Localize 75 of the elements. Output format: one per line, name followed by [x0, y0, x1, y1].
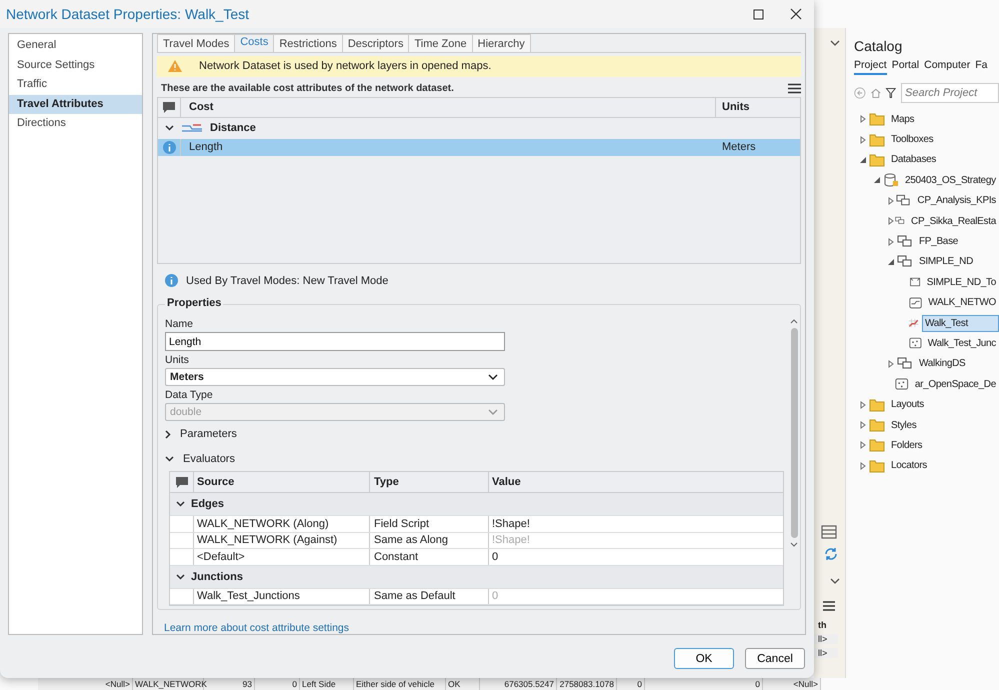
column-header[interactable]: Cost: [181, 101, 715, 114]
tab[interactable]: Descriptors: [342, 34, 410, 52]
table-cell-text: Walk_Test_Junctions: [196, 589, 301, 604]
tree-item[interactable]: Walk_Test_Junc: [924, 334, 999, 352]
pane-title: Catalog: [854, 38, 904, 54]
tab[interactable]: Restrictions: [273, 34, 343, 52]
help-link[interactable]: Learn more about cost attribute settings: [164, 622, 350, 634]
table-cell: Field Script: [369, 516, 488, 532]
table-cell: 0: [488, 588, 783, 604]
table-cell: ll>: [814, 648, 838, 658]
description-text: These are the available cost attributes of the network dataset.: [161, 82, 454, 94]
sidebar-item[interactable]: Source Settings: [9, 56, 142, 76]
field-label: Name: [165, 318, 194, 330]
column-header[interactable]: Source: [194, 476, 369, 488]
section-label[interactable]: Evaluators: [183, 452, 235, 465]
name-field[interactable]: Length: [165, 332, 505, 351]
tree-item[interactable]: Toolboxes: [888, 131, 936, 148]
column-header[interactable]: Type: [369, 472, 488, 492]
column-header[interactable]: Value: [488, 472, 783, 492]
catalog-tab[interactable]: Project: [854, 59, 887, 75]
units-dropdown[interactable]: Meters: [165, 368, 505, 386]
sidebar-item[interactable]: Traffic: [9, 75, 142, 95]
table-cell: Constant: [369, 549, 488, 565]
group-label: Junctions: [191, 570, 243, 583]
tree-item[interactable]: Layouts: [888, 396, 927, 414]
catalog-tab[interactable]: Fa: [975, 59, 988, 75]
section-label[interactable]: Parameters: [180, 428, 237, 440]
table-row[interactable]: Length Meters: [158, 138, 800, 156]
catalog-tab[interactable]: Computer: [924, 59, 970, 75]
table-cell: ll>: [814, 634, 838, 644]
tree-item[interactable]: CP_Analysis_KPIs: [914, 192, 999, 210]
table-cell: !Shape!: [488, 532, 783, 548]
tree-item[interactable]: Locators: [888, 457, 930, 474]
tree-item[interactable]: Databases: [888, 151, 940, 168]
table-cell-text: Length: [188, 141, 224, 154]
tree-item[interactable]: CP_Sikka_RealEsta: [908, 212, 999, 230]
group-label: Distance: [210, 122, 256, 134]
field-label: Units: [165, 354, 190, 366]
group-label: Edges: [191, 498, 224, 510]
table-cell: Same as Along: [369, 532, 488, 548]
catalog-tab[interactable]: Portal: [892, 59, 920, 75]
tree-item[interactable]: Walk_Test: [922, 314, 999, 332]
tree-item[interactable]: SIMPLE_ND_To: [924, 274, 999, 291]
tree-item[interactable]: Styles: [888, 416, 920, 434]
window-title: Network Dataset Properties: Walk_Test: [6, 6, 250, 22]
field-label: Data Type: [165, 388, 214, 401]
table-cell: Same as Default: [369, 588, 488, 604]
tree-item[interactable]: 250403_OS_Strategy: [902, 172, 999, 189]
tree-item[interactable]: ar_OpenSpace_De: [912, 376, 999, 393]
sidebar-item[interactable]: Directions: [9, 114, 142, 134]
search-field[interactable]: Search Project: [901, 83, 999, 103]
table-cell-text: Meters: [721, 140, 757, 156]
column-header[interactable]: Units: [715, 98, 800, 117]
tab[interactable]: Hierarchy: [472, 34, 531, 52]
tab[interactable]: Time Zone: [408, 34, 473, 52]
ok-button[interactable]: OK: [674, 648, 734, 669]
info-text: Used By Travel Modes: New Travel Mode: [186, 274, 388, 287]
table-cell-text: WALK_NETWORK (Along): [196, 516, 330, 532]
table-cell-text: WALK_NETWORK (Against): [196, 533, 338, 548]
tree-item[interactable]: WALK_NETWO: [925, 294, 999, 312]
table-cell-text: <Default>: [196, 550, 246, 565]
tree-item[interactable]: Maps: [888, 110, 918, 128]
tree-item[interactable]: Folders: [888, 436, 926, 454]
cancel-button[interactable]: Cancel: [745, 648, 805, 669]
warning-text: Network Dataset is used by network layers in opened maps.: [199, 60, 492, 72]
table-cell: !Shape!: [488, 516, 783, 532]
sidebar-item[interactable]: Travel Attributes: [9, 94, 142, 114]
tab[interactable]: Travel Modes: [157, 34, 236, 52]
tree-item[interactable]: WalkingDS: [916, 355, 968, 372]
sidebar-item[interactable]: General: [9, 36, 142, 56]
tree-item[interactable]: SIMPLE_ND: [916, 253, 976, 270]
table-cell: 0: [488, 549, 783, 565]
tree-item[interactable]: FP_Base: [916, 233, 962, 250]
table-header-cell-text: th: [817, 620, 828, 630]
group-title: Properties: [165, 297, 224, 310]
